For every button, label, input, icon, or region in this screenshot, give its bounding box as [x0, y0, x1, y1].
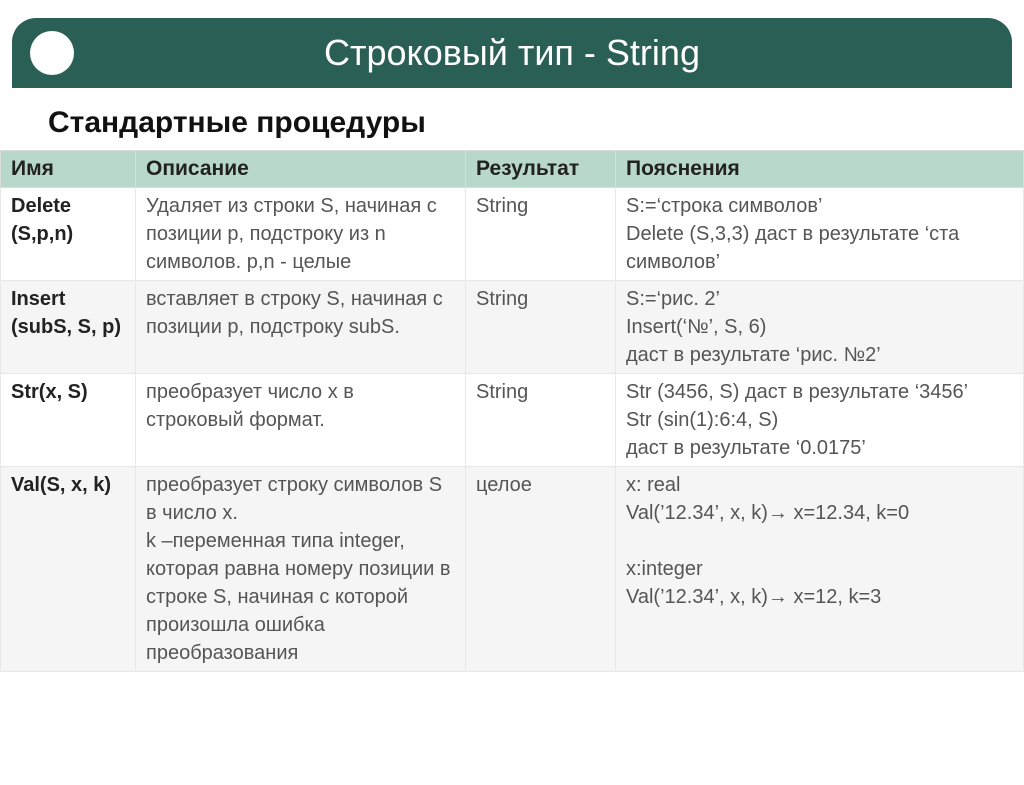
cell-result: String: [466, 188, 616, 281]
section-subtitle: Стандартные процедуры: [0, 88, 1024, 150]
cell-result: целое: [466, 467, 616, 672]
cell-desc: преобразует число х в строковый формат.: [136, 374, 466, 467]
table-row: Val(S, x, k) преобразует строку символов…: [1, 467, 1024, 672]
col-result: Результат: [466, 151, 616, 188]
page-title: Строковый тип - String: [12, 32, 1012, 74]
cell-desc: преобразует строку символов S в число x.…: [136, 467, 466, 672]
table-row: Insert (subS, S, p) вставляет в строку S…: [1, 281, 1024, 374]
cell-result: String: [466, 374, 616, 467]
cell-name: Delete (S,p,n): [1, 188, 136, 281]
cell-desc: Удаляет из строки S, начиная с позиции p…: [136, 188, 466, 281]
cell-note: Str (3456, S) даст в результате ‘3456’ S…: [616, 374, 1024, 467]
cell-name: Val(S, x, k): [1, 467, 136, 672]
cell-name: Insert (subS, S, p): [1, 281, 136, 374]
cell-desc: вставляет в строку S, начиная с позиции …: [136, 281, 466, 374]
col-note: Пояснения: [616, 151, 1024, 188]
procedures-table: Имя Описание Результат Пояснения Delete …: [0, 150, 1024, 672]
table-header-row: Имя Описание Результат Пояснения: [1, 151, 1024, 188]
cell-note: x: real Val(’12.34’, x, k)→ x=12.34, k=0…: [616, 467, 1024, 672]
cell-result: String: [466, 281, 616, 374]
cell-name: Str(x, S): [1, 374, 136, 467]
cell-note: S:=‘рис. 2’ Insert(‘№’, S, 6) даст в рез…: [616, 281, 1024, 374]
table-row: Delete (S,p,n) Удаляет из строки S, начи…: [1, 188, 1024, 281]
col-desc: Описание: [136, 151, 466, 188]
cell-note: S:=‘строка символов’ Delete (S,3,3) даст…: [616, 188, 1024, 281]
col-name: Имя: [1, 151, 136, 188]
table-row: Str(x, S) преобразует число х в строковы…: [1, 374, 1024, 467]
title-banner: Строковый тип - String: [12, 18, 1012, 88]
